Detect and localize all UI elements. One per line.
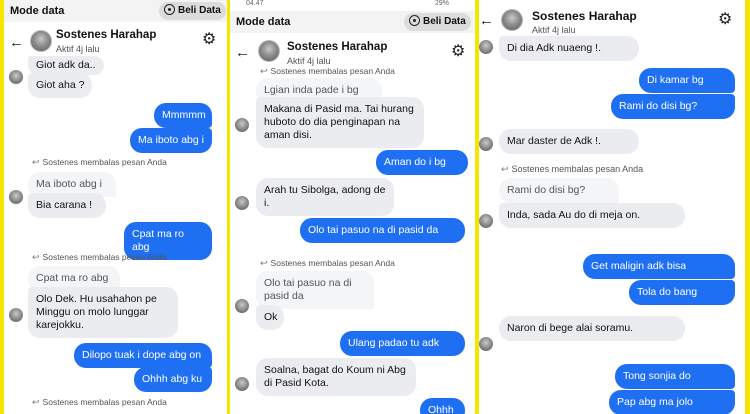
data-icon bbox=[409, 15, 420, 26]
sender-avatar bbox=[235, 118, 249, 132]
message-in[interactable]: Inda, sada Au do di meja on. bbox=[499, 203, 685, 228]
clock-time: 04.47 bbox=[246, 0, 264, 7]
message-out[interactable]: Ulang padao tu adk bbox=[340, 331, 465, 356]
sender-avatar bbox=[235, 377, 249, 391]
message-in[interactable]: Mar daster de Adk !. bbox=[499, 129, 639, 154]
reply-indicator: ↩ Sostenes membalas pesan Anda bbox=[32, 252, 167, 262]
message-out[interactable]: Ohhh abg ku bbox=[134, 367, 212, 392]
sender-avatar bbox=[479, 40, 493, 54]
message-out[interactable]: Ma iboto abg i bbox=[130, 128, 212, 153]
reply-arrow-icon: ↩ bbox=[501, 164, 509, 174]
mode-data-label: Mode data bbox=[236, 16, 291, 28]
beli-data-button[interactable]: Beli Data bbox=[159, 2, 226, 20]
reply-indicator: ↩ Sostenes membalas pesan Anda bbox=[260, 258, 395, 268]
sender-avatar bbox=[9, 70, 23, 84]
reply-indicator: ↩ Sostenes membalas pesan Anda bbox=[501, 164, 644, 174]
gear-icon[interactable]: ⚙ bbox=[451, 44, 465, 60]
message-in[interactable]: Makana di Pasid ma. Tai hurang huboto do… bbox=[256, 97, 424, 148]
reply-indicator: ↩ Sostenes membalas pesan Anda bbox=[32, 397, 167, 407]
message-out[interactable]: Aman do i bg bbox=[376, 150, 468, 175]
quoted-message[interactable]: Olo tai pasuo na di pasid da bbox=[256, 271, 374, 309]
chat-panel-1: Mode data Beli Data ← Sostenes Harahap A… bbox=[4, 0, 227, 414]
reply-arrow-icon: ↩ bbox=[32, 397, 40, 407]
reply-arrow-icon: ↩ bbox=[32, 157, 40, 167]
reply-indicator: ↩ Sostenes membalas pesan Anda bbox=[260, 66, 395, 76]
back-arrow-icon[interactable]: ← bbox=[479, 12, 494, 29]
sender-avatar bbox=[235, 196, 249, 210]
message-in[interactable]: Naron di bege alai soramu. bbox=[499, 316, 685, 341]
message-in[interactable]: Soalna, bagat do Koum ni Abg di Pasid Ko… bbox=[256, 358, 416, 396]
message-out[interactable]: Pap abg ma jolo bbox=[609, 390, 735, 414]
status-bar: Mode data Beli Data bbox=[230, 11, 475, 33]
quoted-message[interactable]: Rami do disi bg? bbox=[499, 178, 619, 203]
contact-status: Aktif 4j lalu bbox=[287, 56, 331, 66]
gear-icon[interactable]: ⚙ bbox=[202, 32, 216, 48]
message-out[interactable]: Ohhh bbox=[420, 398, 465, 414]
sender-avatar bbox=[479, 214, 493, 228]
chat-panel-2: 04.47 29% Mode data Beli Data ← Sostenes… bbox=[230, 0, 475, 414]
avatar[interactable] bbox=[258, 40, 280, 62]
contact-name[interactable]: Sostenes Harahap bbox=[532, 9, 637, 23]
contact-name[interactable]: Sostenes Harahap bbox=[287, 41, 387, 53]
message-in[interactable]: Ok bbox=[256, 305, 284, 330]
contact-name[interactable]: Sostenes Harahap bbox=[56, 29, 156, 41]
avatar[interactable] bbox=[501, 9, 523, 31]
message-out[interactable]: Rami do disi bg? bbox=[611, 94, 735, 119]
reply-arrow-icon: ↩ bbox=[32, 252, 40, 262]
back-arrow-icon[interactable]: ← bbox=[9, 34, 24, 51]
chat-header: ← Sostenes Harahap Aktif 4j lalu ⚙ bbox=[479, 6, 745, 38]
message-out[interactable]: Olo tai pasuo na di pasid da bbox=[300, 218, 465, 243]
message-out[interactable]: Di kamar bg bbox=[639, 68, 735, 93]
avatar[interactable] bbox=[30, 30, 52, 52]
reply-arrow-icon: ↩ bbox=[260, 258, 268, 268]
message-out[interactable]: Get maligin adk bisa bbox=[583, 254, 735, 279]
back-arrow-icon[interactable]: ← bbox=[235, 44, 250, 61]
message-in[interactable]: Di dia Adk nuaeng !. bbox=[499, 36, 639, 61]
chat-panel-3: ← Sostenes Harahap Aktif 4j lalu ⚙ Di di… bbox=[479, 0, 745, 414]
sender-avatar bbox=[9, 190, 23, 204]
contact-status: Aktif 4j lalu bbox=[532, 25, 576, 35]
message-in[interactable]: Giot aha ? bbox=[28, 73, 93, 98]
message-out[interactable]: Dilopo tuak i dope abg on bbox=[74, 343, 212, 368]
beli-data-button[interactable]: Beli Data bbox=[404, 13, 471, 31]
data-icon bbox=[164, 4, 175, 15]
sender-avatar bbox=[479, 337, 493, 351]
status-bar: Mode data Beli Data bbox=[4, 0, 227, 22]
message-out[interactable]: Mmmmm bbox=[154, 103, 212, 128]
sender-avatar bbox=[479, 137, 493, 151]
message-out[interactable]: Tong sonjia do bbox=[615, 364, 735, 389]
message-out[interactable]: Tola do bang bbox=[629, 280, 735, 305]
reply-indicator: ↩ Sostenes membalas pesan Anda bbox=[32, 157, 167, 167]
contact-status: Aktif 4j lalu bbox=[56, 44, 100, 54]
gear-icon[interactable]: ⚙ bbox=[718, 12, 732, 28]
message-in[interactable]: Arah tu Sibolga, adong de i. bbox=[256, 178, 394, 216]
battery-level: 29% bbox=[435, 0, 450, 7]
mode-data-label: Mode data bbox=[10, 5, 65, 17]
sender-avatar bbox=[9, 308, 23, 322]
reply-arrow-icon: ↩ bbox=[260, 66, 268, 76]
message-in[interactable]: Bia carana ! bbox=[28, 193, 106, 218]
message-in[interactable]: Olo Dek. Hu usahahon pe Minggu on molo l… bbox=[28, 287, 178, 338]
sender-avatar bbox=[235, 299, 249, 313]
